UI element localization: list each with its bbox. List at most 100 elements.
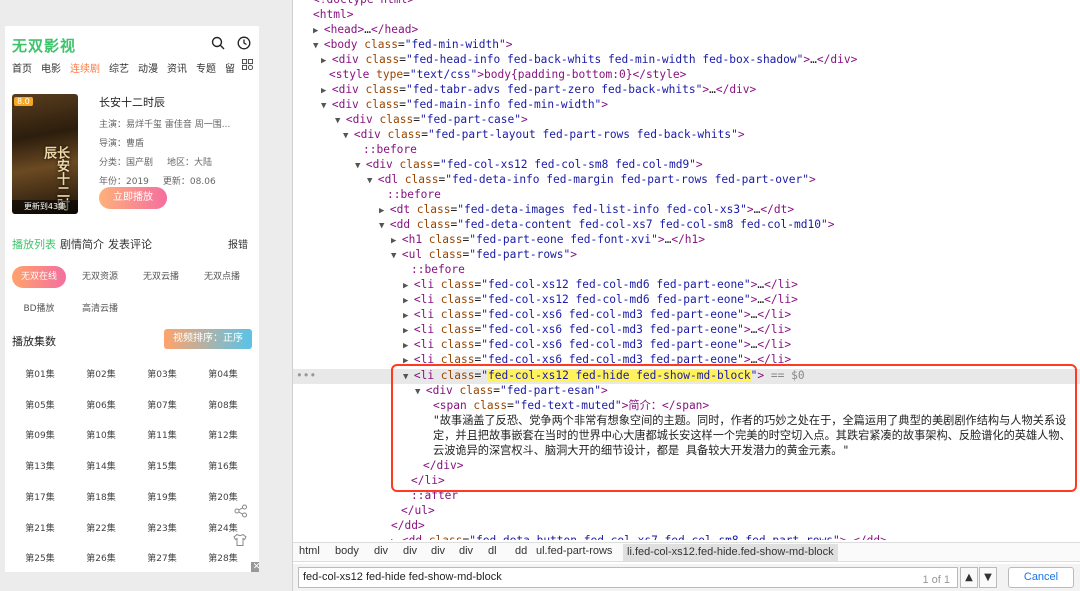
episode-button[interactable]: 第15集 (134, 456, 190, 478)
dom-node-line[interactable]: </ul> (401, 503, 435, 518)
dom-node-line[interactable]: ▶ <li class="fed-col-xs12 fed-col-md6 fe… (403, 277, 798, 292)
report-button[interactable]: 报错 (228, 236, 248, 251)
dom-node-line[interactable]: ▼ <dd class="fed-deta-content fed-col-xs… (379, 217, 834, 232)
sort-button[interactable]: 视频排序：正序 (164, 329, 252, 349)
dom-node-line[interactable]: ::before (411, 262, 465, 277)
dom-node-line[interactable]: ▼ <body class="fed-min-width"> (313, 37, 513, 52)
cancel-button[interactable]: Cancel (1008, 567, 1074, 588)
source-button[interactable]: BD播放 (12, 298, 66, 320)
dom-node-line[interactable]: ▶ <li class="fed-col-xs12 fed-col-md6 fe… (403, 292, 798, 307)
episode-button[interactable]: 第10集 (73, 425, 129, 447)
dom-node-line[interactable]: ▶ <dt class="fed-deta-images fed-list-in… (379, 202, 794, 217)
tab-synopsis[interactable]: 剧情简介 (60, 236, 104, 252)
more-icon[interactable]: ••• (296, 368, 316, 383)
episode-button[interactable]: 第19集 (134, 487, 190, 509)
dom-node-line[interactable]: ::before (363, 142, 417, 157)
history-icon[interactable] (237, 36, 251, 50)
grid-icon[interactable] (242, 59, 253, 70)
source-button[interactable]: 无双资源 (73, 266, 127, 288)
source-button[interactable]: 无双点播 (195, 266, 249, 288)
breadcrumb-item[interactable]: body (335, 545, 359, 557)
breadcrumb-item[interactable]: ul.fed-part-rows (536, 545, 612, 557)
episode-button[interactable]: 第03集 (134, 364, 190, 386)
episode-button[interactable]: 第01集 (12, 364, 68, 386)
episode-header: 播放集数 视频排序：正序 (12, 329, 252, 349)
dom-node-line[interactable]: ▶ <li class="fed-col-xs6 fed-col-md3 fed… (403, 322, 791, 337)
dom-node-line[interactable]: ▼ <ul class="fed-part-rows"> (391, 247, 577, 262)
nav-item[interactable]: 综艺 (109, 60, 129, 75)
site-logo[interactable]: 无双影视 (12, 35, 76, 56)
nav-item[interactable]: 留 (225, 60, 235, 75)
dom-node-line[interactable]: </dd> (391, 518, 425, 533)
movie-poster[interactable]: 8.0 长安十二时辰 更新到43集 (12, 94, 78, 214)
nav-item[interactable]: 连续剧 (70, 60, 100, 75)
episode-button[interactable]: 第16集 (195, 456, 251, 478)
breadcrumb-item[interactable]: div (374, 545, 388, 557)
tab-comment[interactable]: 发表评论 (108, 236, 152, 252)
dom-node-line[interactable]: ▼ <div class="fed-main-info fed-min-widt… (321, 97, 608, 112)
breadcrumb-item[interactable]: html (299, 545, 320, 557)
dom-node-line[interactable]: ▶ <h1 class="fed-part-eone fed-font-xvi"… (391, 232, 705, 247)
episode-button[interactable]: 第09集 (12, 425, 68, 447)
play-now-button[interactable]: 立即播放 (99, 187, 167, 209)
episode-button[interactable]: 第04集 (195, 364, 251, 386)
episode-button[interactable]: 第17集 (12, 487, 68, 509)
breadcrumb-item[interactable]: div (431, 545, 445, 557)
episode-button[interactable]: 第11集 (134, 425, 190, 447)
dom-node-line[interactable]: ▶ <head>…</head> (313, 22, 418, 37)
nav-item[interactable]: 电影 (41, 60, 61, 75)
episode-button[interactable]: 第28集 (195, 548, 251, 570)
dom-node-line[interactable]: ▶ <li class="fed-col-xs6 fed-col-md3 fed… (403, 337, 791, 352)
episode-button[interactable]: 第12集 (195, 425, 251, 447)
dom-node-line[interactable]: <!doctype html> (313, 0, 414, 7)
find-prev-button[interactable]: ▲ (960, 567, 978, 588)
dom-node-line[interactable]: <style type="text/css">body{padding-bott… (329, 67, 686, 82)
episode-button[interactable]: 第06集 (73, 395, 129, 417)
nav-item[interactable]: 资讯 (167, 60, 187, 75)
shirt-icon[interactable] (233, 533, 247, 547)
episode-button[interactable]: 第14集 (73, 456, 129, 478)
episode-button[interactable]: 第22集 (73, 518, 129, 540)
search-icon[interactable] (211, 36, 225, 50)
dom-node-line[interactable]: ▶ <li class="fed-col-xs6 fed-col-md3 fed… (403, 307, 791, 322)
episode-button[interactable]: 第26集 (73, 548, 129, 570)
episode-button[interactable]: 第18集 (73, 487, 129, 509)
breadcrumb-item[interactable]: div (403, 545, 417, 557)
episode-button[interactable]: 第25集 (12, 548, 68, 570)
episode-button[interactable]: 第07集 (134, 395, 190, 417)
breadcrumb-item[interactable]: li.fed-col-xs12.fed-hide.fed-show-md-blo… (623, 544, 838, 561)
source-button[interactable]: 无双在线 (12, 266, 66, 288)
dom-node-line[interactable]: ▼ <div class="fed-part-case"> (335, 112, 528, 127)
episode-button[interactable]: 第27集 (134, 548, 190, 570)
nav-item[interactable]: 专题 (196, 60, 216, 75)
source-button[interactable]: 高清云播 (73, 298, 127, 320)
tab-playlist[interactable]: 播放列表 (12, 236, 56, 252)
dom-node-line[interactable]: ::before (387, 187, 441, 202)
episode-button[interactable]: 第02集 (73, 364, 129, 386)
dom-node-line[interactable]: ▼ <dl class="fed-deta-info fed-margin fe… (367, 172, 816, 187)
episode-button[interactable]: 第21集 (12, 518, 68, 540)
episode-button[interactable]: 第23集 (134, 518, 190, 540)
dom-node-line[interactable]: <html> (313, 7, 353, 22)
dom-node-line[interactable]: ▶ <dd class="fed-deta-button fed-col-xs7… (391, 533, 887, 540)
movie-director: 导演：曹盾 (99, 139, 145, 149)
dom-node-line[interactable]: ▶ <div class="fed-head-info fed-back-whi… (321, 52, 857, 67)
expand-arrow-icon: ▶ (403, 281, 414, 291)
close-icon[interactable]: ✕ (251, 562, 259, 572)
episode-button[interactable]: 第13集 (12, 456, 68, 478)
source-button[interactable]: 无双云播 (134, 266, 188, 288)
share-icon[interactable] (234, 504, 248, 518)
nav-item[interactable]: 动漫 (138, 60, 158, 75)
find-input[interactable]: fed-col-xs12 fed-hide fed-show-md-block … (298, 567, 958, 588)
breadcrumb-item[interactable]: dd (515, 545, 527, 557)
episode-button[interactable]: 第08集 (195, 395, 251, 417)
find-next-button[interactable]: ▼ (979, 567, 997, 588)
nav-item[interactable]: 首页 (12, 60, 32, 75)
episode-button[interactable]: 第05集 (12, 395, 68, 417)
collapse-arrow-icon: ▼ (355, 161, 366, 171)
breadcrumb-item[interactable]: div (459, 545, 473, 557)
dom-node-line[interactable]: ▼ <div class="fed-part-layout fed-part-r… (343, 127, 745, 142)
breadcrumb-item[interactable]: dl (488, 545, 497, 557)
dom-node-line[interactable]: ▼ <div class="fed-col-xs12 fed-col-sm8 f… (355, 157, 703, 172)
dom-node-line[interactable]: ▶ <div class="fed-tabr-advs fed-part-zer… (321, 82, 756, 97)
